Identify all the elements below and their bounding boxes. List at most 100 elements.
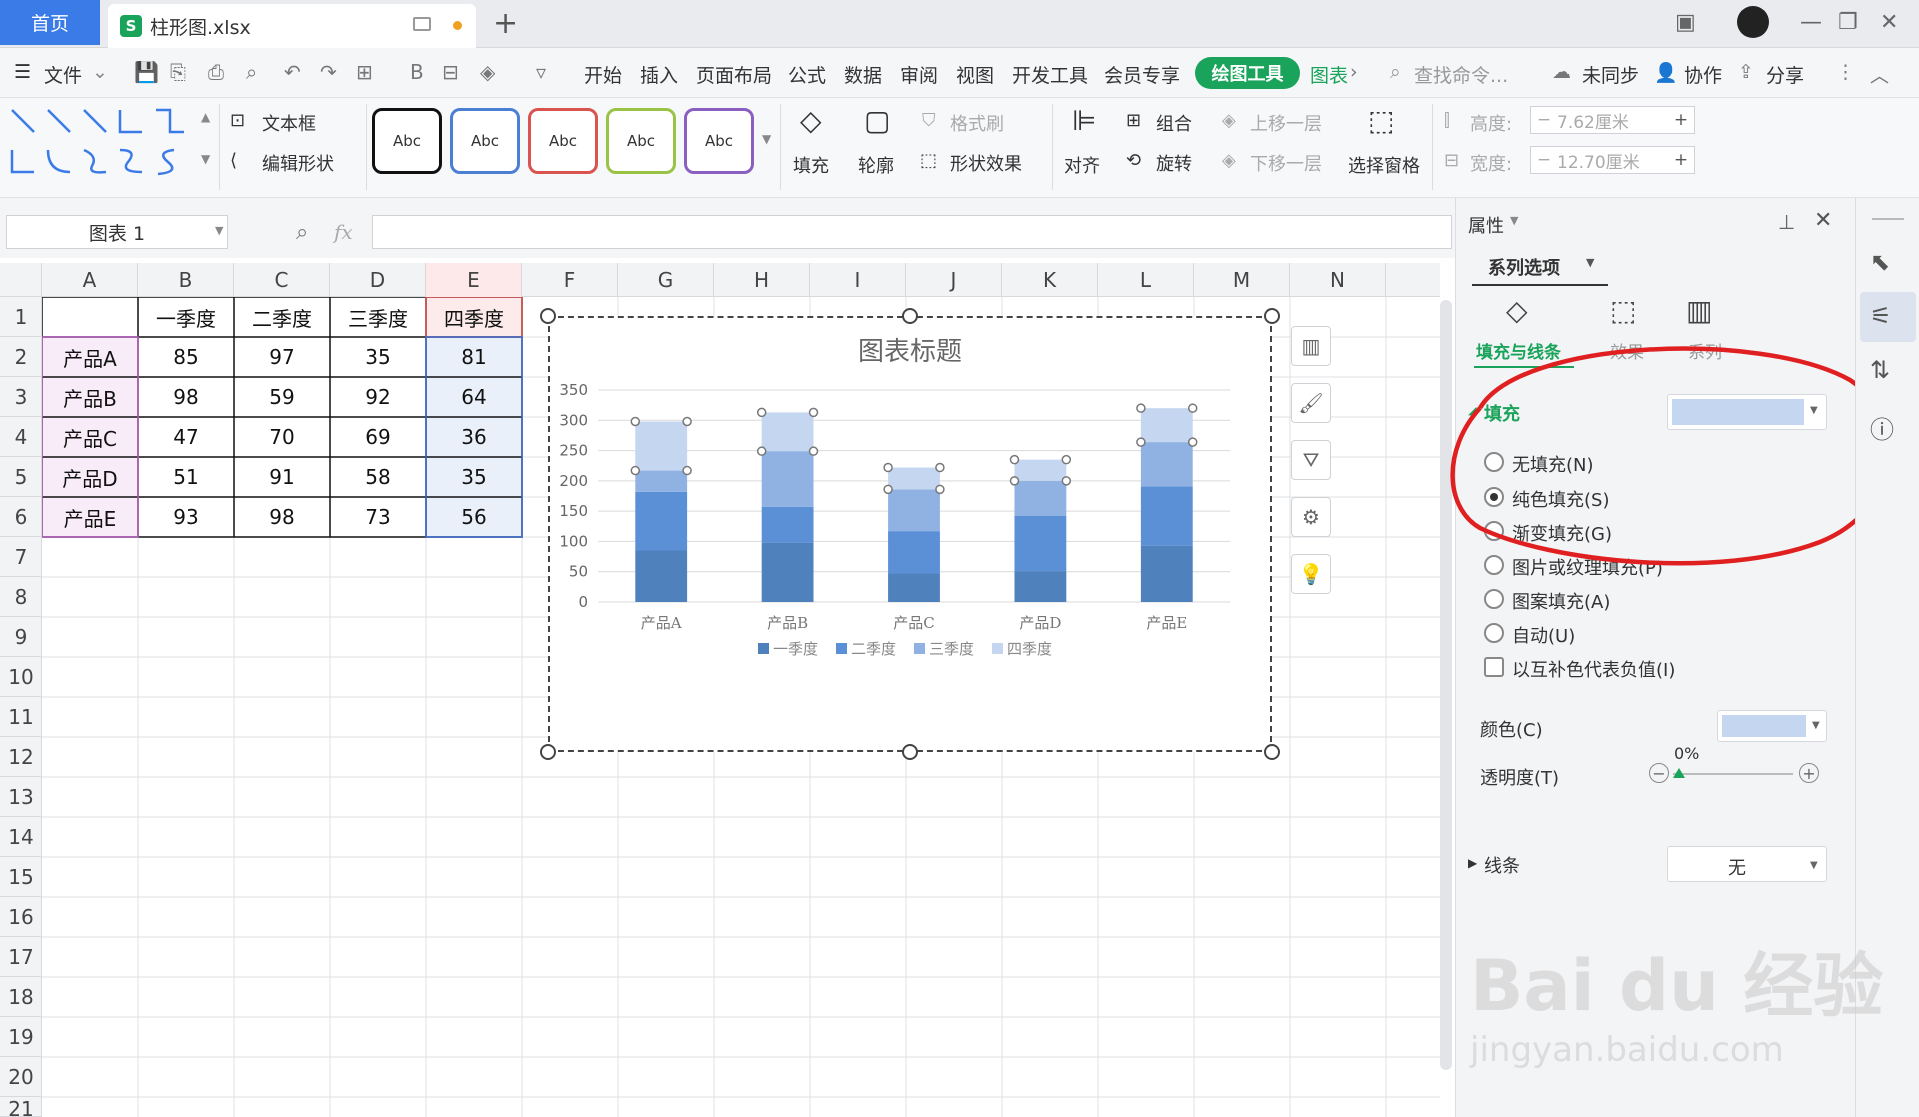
value-cell[interactable]: 81 <box>426 337 522 377</box>
select-all-corner[interactable] <box>0 263 42 297</box>
bar-segment[interactable] <box>888 489 940 532</box>
menu-review[interactable]: 审阅 <box>900 61 938 88</box>
resize-handle-s[interactable] <box>902 744 918 760</box>
chevron-down-icon[interactable]: ⌄ <box>92 61 108 83</box>
product-cell[interactable]: 产品A <box>42 337 138 377</box>
bar-segment[interactable] <box>761 542 814 602</box>
transparency-increase-button[interactable]: + <box>1799 763 1819 783</box>
header-cell-q4[interactable]: 四季度 <box>426 297 522 337</box>
hamburger-icon[interactable]: ☰ <box>14 61 31 83</box>
bar-segment[interactable] <box>888 531 940 574</box>
column-header[interactable]: H <box>714 263 810 297</box>
row-header[interactable]: 16 <box>0 897 42 937</box>
radio-pattern-fill[interactable] <box>1484 589 1504 609</box>
menu-view[interactable]: 视图 <box>956 61 994 88</box>
minimize-icon[interactable]: — <box>1800 10 1822 35</box>
line-section-expand-icon[interactable]: ▶ <box>1468 856 1477 870</box>
align-button[interactable]: 对齐 <box>1064 152 1100 178</box>
print-icon[interactable]: ⎙ <box>208 60 224 84</box>
value-cell[interactable]: 70 <box>234 417 330 457</box>
chevron-right-icon[interactable]: › <box>1350 61 1358 83</box>
close-window-icon[interactable]: ✕ <box>1880 10 1898 35</box>
row-header[interactable]: 10 <box>0 657 42 697</box>
pattern-fill-label[interactable]: 图案填充(A) <box>1512 588 1610 614</box>
fx-icon[interactable]: fx <box>334 220 353 244</box>
bar-segment[interactable] <box>1140 486 1193 546</box>
shape-effect-icon[interactable]: ⬚ <box>920 150 937 171</box>
pane-title[interactable]: 属性 <box>1468 212 1504 238</box>
home-tab[interactable]: 首页 <box>0 0 100 45</box>
bar-segment[interactable] <box>888 467 940 490</box>
row-header[interactable]: 4 <box>0 417 42 457</box>
column-header[interactable]: E <box>426 263 522 297</box>
width-decrease-button[interactable]: − <box>1531 150 1557 170</box>
transparency-slider-thumb[interactable] <box>1673 768 1685 778</box>
bar-segment[interactable] <box>761 412 814 452</box>
chart-ideas-bulb-icon[interactable]: 💡 <box>1291 554 1331 594</box>
bar-segment[interactable] <box>635 421 688 471</box>
bring-forward-icon[interactable]: ◈ <box>1222 110 1236 131</box>
fill-icon[interactable]: ◇ <box>800 104 822 137</box>
layout-icon[interactable]: ▣ <box>1675 10 1696 35</box>
restore-icon[interactable]: ❐ <box>1838 10 1858 35</box>
value-cell[interactable]: 56 <box>426 497 522 537</box>
row-header[interactable]: 20 <box>0 1057 42 1097</box>
rotate-button[interactable]: 旋转 <box>1156 150 1192 176</box>
shape-style-blue[interactable]: Abc <box>450 108 520 174</box>
resize-handle-sw[interactable] <box>540 744 556 760</box>
bar-segment[interactable] <box>888 573 940 602</box>
resize-handle-se[interactable] <box>1264 744 1280 760</box>
bar-segment[interactable] <box>635 491 688 551</box>
product-cell[interactable]: 产品D <box>42 457 138 497</box>
stacked-bar-chart[interactable]: 图表标题 0 50 100 150 200 250 300 350 产品A 产品B 产品C 产品D 产… <box>550 318 1270 750</box>
format-painter-button[interactable]: 格式刷 <box>950 110 1004 136</box>
selection-pane-icon[interactable]: ⬚ <box>1368 104 1394 137</box>
row-header[interactable]: 19 <box>0 1017 42 1057</box>
file-tab[interactable]: S 柱形图.xlsx <box>108 4 476 48</box>
group-button[interactable]: 组合 <box>1156 110 1192 136</box>
menu-insert[interactable]: 插入 <box>640 61 678 88</box>
transparency-decrease-button[interactable]: − <box>1649 763 1669 783</box>
textbox-icon[interactable]: ⊡ <box>230 110 245 131</box>
name-box[interactable]: 图表 1 <box>6 215 228 249</box>
chart-elements-icon[interactable]: ▥ <box>1291 326 1331 366</box>
product-cell[interactable]: 产品C <box>42 417 138 457</box>
row-header[interactable]: 15 <box>0 857 42 897</box>
height-decrease-button[interactable]: − <box>1531 110 1557 130</box>
export-icon[interactable]: ⎘ <box>170 60 186 84</box>
menu-member[interactable]: 会员专享 <box>1104 61 1180 88</box>
row-header[interactable]: 6 <box>0 497 42 537</box>
value-cell[interactable]: 91 <box>234 457 330 497</box>
fill-bucket-icon[interactable]: ◈ <box>480 60 495 84</box>
bar-segment[interactable] <box>635 550 688 602</box>
invert-negative-label[interactable]: 以互补色代表负值(I) <box>1512 656 1675 682</box>
line-section-title[interactable]: 线条 <box>1484 852 1520 878</box>
value-cell[interactable]: 36 <box>426 417 522 457</box>
bar-segment[interactable] <box>1014 571 1067 602</box>
send-backward-icon[interactable]: ◈ <box>1222 150 1236 171</box>
value-cell[interactable]: 58 <box>330 457 426 497</box>
column-header[interactable]: D <box>330 263 426 297</box>
shape-style-red[interactable]: Abc <box>528 108 598 174</box>
value-cell[interactable]: 93 <box>138 497 234 537</box>
collaborate-button[interactable]: 协作 <box>1684 61 1722 88</box>
auto-fill-label[interactable]: 自动(U) <box>1512 622 1575 648</box>
formula-input[interactable] <box>372 215 1452 249</box>
resize-handle-nw[interactable] <box>540 308 556 324</box>
bar-segment[interactable] <box>1140 442 1193 487</box>
bar-segment[interactable] <box>761 451 814 507</box>
row-header[interactable]: 12 <box>0 737 42 777</box>
rotate-icon[interactable]: ⟲ <box>1126 150 1141 171</box>
textbox-button[interactable]: 文本框 <box>262 110 316 136</box>
new-tab-button[interactable]: + <box>493 6 518 41</box>
height-stepper[interactable]: − 7.62厘米 + <box>1530 106 1695 134</box>
bar-segment[interactable] <box>761 506 814 543</box>
help-icon[interactable]: ⓘ <box>1870 410 1894 445</box>
bring-forward-button[interactable]: 上移一层 <box>1250 110 1322 136</box>
value-cell[interactable]: 64 <box>426 377 522 417</box>
menu-start[interactable]: 开始 <box>584 61 622 88</box>
bar-segment[interactable] <box>1014 515 1067 572</box>
chart-title[interactable]: 图表标题 <box>858 337 962 367</box>
line-shapes-gallery[interactable] <box>8 106 198 186</box>
more-options-icon[interactable]: ⋮ <box>1836 61 1855 83</box>
